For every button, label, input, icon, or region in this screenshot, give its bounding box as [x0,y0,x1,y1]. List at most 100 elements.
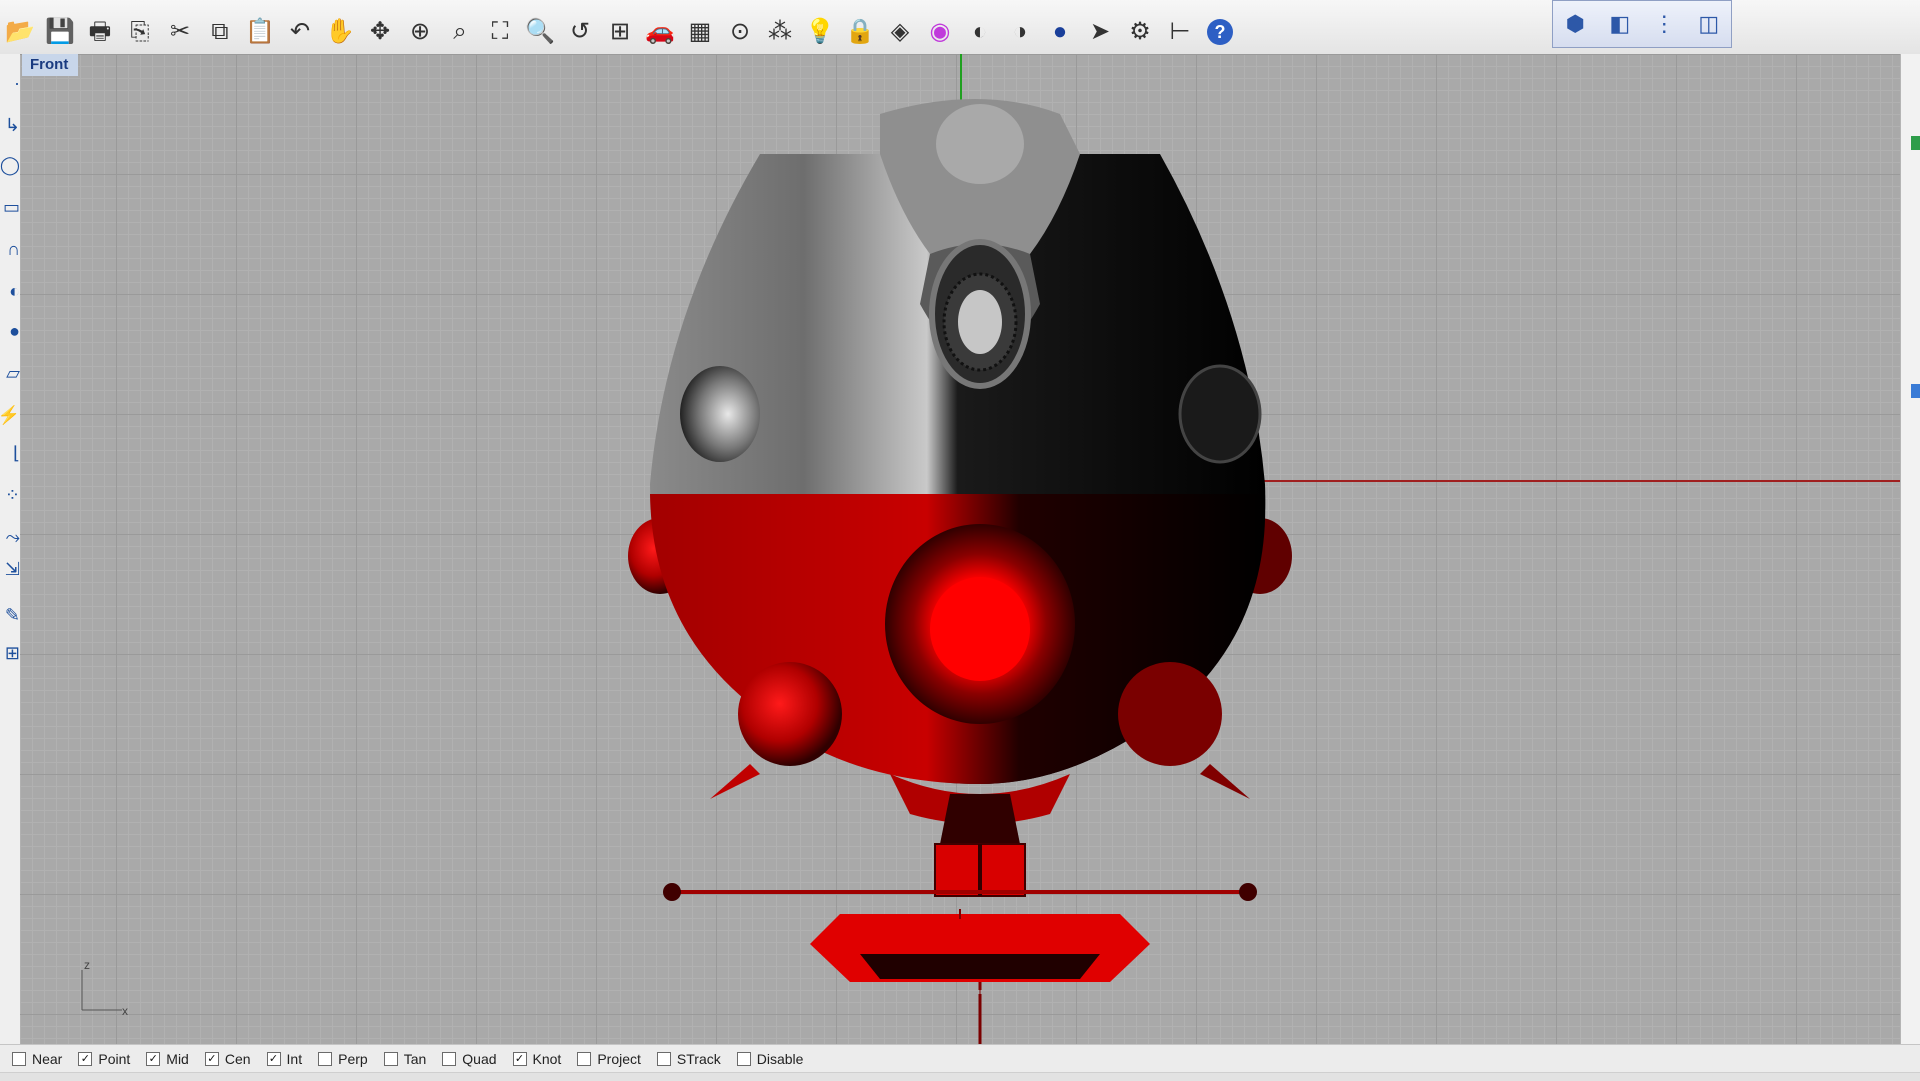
pan-icon[interactable]: ✋ [320,13,360,51]
point-icon[interactable]: ⊙ [720,13,760,51]
osnap-perp[interactable]: Perp [318,1051,368,1067]
rendered-icon[interactable]: ◑ [1000,13,1040,51]
color-wheel-icon[interactable]: ◉ [920,13,960,51]
osnap-tan[interactable]: Tan [383,1051,426,1067]
osnap-checkbox[interactable] [577,1051,592,1066]
osnap-label: Perp [338,1050,368,1067]
array-tool-icon[interactable]: ⁘ [0,480,20,510]
osnap-checkbox[interactable] [318,1051,333,1066]
flag-icon[interactable]: ➤ [1080,13,1120,51]
osnap-cen[interactable]: ✓ Cen [204,1050,251,1067]
rotate-view-icon[interactable]: ✥ [360,13,400,51]
osnap-label: Cen [224,1050,251,1067]
layer-icon[interactable]: ◈ [880,13,920,51]
osnap-checkbox[interactable]: ✓ [512,1051,527,1066]
lightbulb-icon[interactable]: 💡 [800,13,840,51]
osnap-checkbox[interactable] [442,1051,457,1066]
flag-icon-glyph: ➤ [1089,18,1111,45]
osnap-mid[interactable]: ✓ Mid [146,1051,189,1067]
mesh-tool-icon[interactable]: ▱ [0,358,20,388]
paste-icon[interactable]: 📋 [240,13,280,51]
right-view-icon[interactable]: ◫ [1691,6,1727,42]
grid-snap-tool-icon[interactable]: ⊞ [0,638,20,668]
rendered-icon-glyph: ◑ [1012,18,1028,45]
render-sphere-icon[interactable]: ● [1040,13,1080,51]
axis-label-x: x [122,1004,128,1018]
osnap-point[interactable]: ✓ Point [78,1051,130,1067]
zoom-extents-icon[interactable]: ⛶ [480,13,520,51]
grid-icon[interactable]: ▦ [680,13,720,51]
osnap-knot[interactable]: ✓ Knot [512,1051,561,1067]
top-view-icon[interactable]: ◧ [1602,6,1638,42]
perspective-view-icon-glyph: ⬢ [1565,11,1585,36]
osnap-project[interactable]: Project [577,1051,641,1067]
spaceship-model[interactable] [20,54,1900,1044]
shaded-icon-glyph: ◐ [972,18,988,45]
cut-icon[interactable]: ✂ [160,13,200,51]
help-icon[interactable]: ? [1200,13,1240,51]
osnap-checkbox[interactable]: ✓ [266,1051,281,1066]
osnap-checkbox[interactable]: ✓ [146,1051,161,1066]
surface-tool-icon[interactable]: ◐ [0,276,20,306]
dimension-icon-glyph: ⊢ [1169,18,1191,45]
open-icon[interactable]: 📂 [0,13,40,51]
zoom-extents-icon-glyph: ⛶ [491,18,509,45]
car-icon[interactable]: 🚗 [640,13,680,51]
rectangle-tool-icon[interactable]: ▭ [0,192,20,222]
dimension-icon[interactable]: ⊢ [1160,13,1200,51]
front-viewport[interactable]: z x Front [20,54,1900,1044]
copy-icon[interactable]: ⧉ [200,13,240,51]
settings-icon[interactable]: ⚙ [1120,13,1160,51]
point-tool-icon[interactable]: · [0,68,20,98]
undo-icon[interactable]: ↶ [280,13,320,51]
shaded-icon[interactable]: ◐ [960,13,1000,51]
save-icon[interactable]: 💾 [40,13,80,51]
osnap-near[interactable]: Near [12,1051,62,1067]
osnap-checkbox[interactable]: ✓ [78,1051,93,1066]
standard-toolbar: 📂 💾 🖶 ⎘ ✂ ⧉ 📋 ↶ ✋ ✥ ⊕ ⌕ ⛶ 🔍 ↺ ⊞ 🚗 ▦ ⊙ ⁂ 💡 🔒 ◈ ◉ ◐ ◑ ● ➤ ⚙ ⊢? [0,12,1255,52]
settings-icon-glyph: ⚙ [1129,18,1151,45]
osnap-int[interactable]: ✓ Int [266,1050,303,1067]
zoom-window-icon[interactable]: ⌕ [440,13,480,51]
osnap-checkbox[interactable] [383,1051,398,1066]
osnap-quad[interactable]: Quad [442,1051,497,1067]
osnap-strack[interactable]: STrack [656,1051,721,1067]
zoom-selected-icon[interactable]: 🔍 [520,13,560,51]
four-viewports-icon[interactable]: ⊞ [600,13,640,51]
fillet-tool-icon[interactable]: ⌊ [0,438,20,468]
osnap-label: Near [32,1050,63,1067]
import-icon[interactable]: ⎘ [120,13,160,51]
osnap-disable[interactable]: Disable [736,1051,803,1067]
main-toolbar: 📂 💾 🖶 ⎘ ✂ ⧉ 📋 ↶ ✋ ✥ ⊕ ⌕ ⛶ 🔍 ↺ ⊞ 🚗 ▦ ⊙ ⁂ 💡 🔒 ◈ ◉ ◐ ◑ ● ➤ ⚙ ⊢? ⬢ ◧ ⋮ ◫ [0,0,1920,55]
print-icon[interactable]: 🖶 [80,13,120,51]
paste-icon-glyph: 📋 [245,18,275,45]
point-icon-glyph: ⊙ [729,18,751,45]
save-icon-glyph: 💾 [45,18,75,45]
solid-tool-icon[interactable]: ● [0,316,20,346]
undo-view-icon[interactable]: ↺ [560,13,600,51]
control-points-icon[interactable]: ⁂ [760,13,800,51]
zoom-icon-glyph: ⊕ [409,18,431,45]
right-view-icon-glyph: ◫ [1698,11,1720,36]
polyline-tool-icon[interactable]: ↳ [0,110,20,140]
front-view-icon[interactable]: ⋮ [1646,6,1682,42]
zoom-icon[interactable]: ⊕ [400,13,440,51]
circle-tool-icon[interactable]: ◯ [0,150,20,180]
osnap-checkbox[interactable]: ✓ [204,1051,219,1066]
dimension-tool-icon[interactable]: ✎ [0,600,20,630]
perspective-view-icon[interactable]: ⬢ [1557,6,1593,42]
scale-tool-icon[interactable]: ⇲ [0,554,20,584]
viewport-title-tab[interactable]: Front [22,54,79,76]
boolean-tool-icon[interactable]: ⚡ [0,400,20,430]
open-icon-glyph: 📂 [5,18,35,45]
osnap-checkbox[interactable] [12,1051,26,1066]
osnap-checkbox[interactable] [736,1051,751,1066]
transform-tool-icon[interactable]: ⤳ [0,522,20,552]
lock-icon[interactable]: 🔒 [840,13,880,51]
layer-icon-glyph: ◈ [890,18,910,45]
osnap-checkbox[interactable] [656,1051,671,1066]
top-view-icon-glyph: ◧ [1609,11,1631,36]
curve-tool-icon[interactable]: ∩ [0,234,20,264]
osnap-label: Int [286,1050,303,1067]
axis-triad: z x [62,958,142,1020]
